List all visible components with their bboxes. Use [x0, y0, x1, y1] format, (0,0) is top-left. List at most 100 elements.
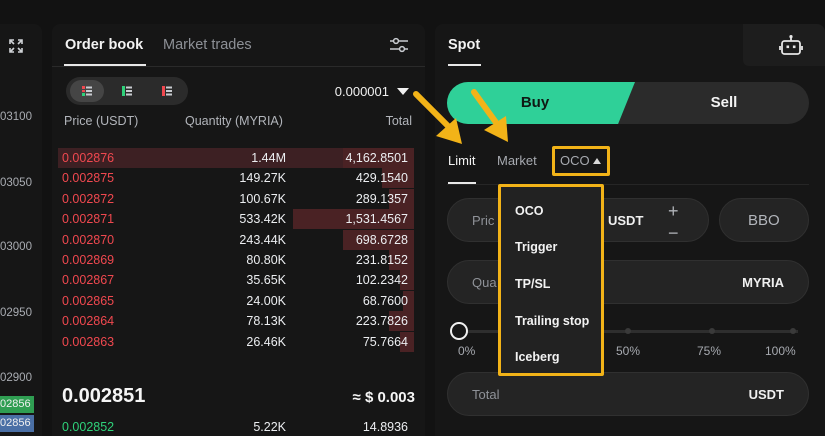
ask-price: 0.002867 [62, 273, 115, 288]
slider-label-0: 0% [458, 344, 476, 358]
both-sides-icon [82, 86, 92, 96]
bid-row[interactable]: 0.002852 5.22K 14.8936 [58, 417, 414, 436]
price-axis-tick: 03050 [0, 177, 32, 189]
ask-quantity: 100.67K [239, 191, 286, 206]
ask-quantity: 1.44M [251, 151, 286, 165]
column-header-total: Total [385, 114, 412, 128]
menu-item-iceberg[interactable]: Iceberg [515, 350, 559, 364]
bbo-label: BBO [748, 212, 780, 229]
order-type-limit[interactable]: Limit [448, 153, 475, 168]
ask-quantity: 243.44K [239, 232, 286, 247]
plus-icon[interactable]: + [668, 202, 679, 220]
ask-price: 0.002870 [62, 232, 115, 247]
view-mode-toggle [66, 77, 188, 105]
ask-total: 698.6728 [355, 232, 408, 247]
ask-total: 289.1357 [355, 191, 408, 206]
ask-row[interactable]: 0.002867 35.65K 102.2342 [58, 270, 414, 291]
price-field-label: Pric [472, 213, 495, 228]
ask-total: 4,162.8501 [345, 151, 408, 165]
price-axis-badge: 02856 [0, 415, 34, 432]
order-book-panel: Order book Market trades 0.000001 Price … [52, 24, 425, 436]
slider-label-75: 75% [697, 344, 722, 358]
ask-row[interactable]: 0.002876 1.44M 4,162.8501 [58, 148, 414, 168]
menu-item-oco[interactable]: OCO [515, 204, 543, 218]
ask-row[interactable]: 0.002871 533.42K 1,531.4567 [58, 209, 414, 230]
slider-step-50[interactable] [625, 328, 631, 334]
trading-bot-icon[interactable] [779, 34, 803, 58]
last-price: 0.002851 [62, 385, 146, 407]
ask-price: 0.002869 [62, 253, 115, 267]
bbo-button[interactable]: BBO [719, 198, 809, 242]
oco-highlight-box [552, 146, 610, 176]
menu-item-trailing-stop[interactable]: Trailing stop [515, 314, 589, 328]
ask-total: 68.7600 [362, 293, 408, 308]
tab-market-trades[interactable]: Market trades [163, 37, 252, 53]
ask-price: 0.002876 [62, 151, 115, 165]
price-axis-tick: 02950 [0, 307, 32, 319]
ask-row[interactable]: 0.002865 24.00K 68.7600 [58, 290, 414, 311]
ask-quantity: 26.46K [246, 334, 286, 349]
slider-label-50: 50% [616, 344, 641, 358]
ask-total: 75.7664 [362, 334, 408, 349]
view-asks-button[interactable] [150, 80, 184, 102]
order-type-market[interactable]: Market [497, 153, 537, 168]
ask-quantity: 78.13K [246, 314, 286, 329]
bids-only-icon [122, 86, 132, 96]
ask-price: 0.002864 [62, 314, 115, 329]
slider-label-100: 100% [765, 344, 796, 358]
expand-icon[interactable] [8, 38, 24, 54]
caret-down-icon [397, 88, 409, 95]
bot-button-area [743, 24, 825, 66]
quantity-field-unit: MYRIA [742, 275, 784, 290]
ask-quantity: 24.00K [246, 293, 286, 308]
ask-price: 0.002875 [62, 171, 115, 186]
bid-price: 0.002852 [62, 420, 115, 434]
ask-total: 429.1540 [355, 171, 408, 186]
ask-row[interactable]: 0.002863 26.46K 75.7664 [58, 331, 414, 352]
sliders-icon[interactable] [389, 36, 409, 54]
menu-item-trigger[interactable]: Trigger [515, 240, 557, 254]
ask-row[interactable]: 0.002872 100.67K 289.1357 [58, 188, 414, 209]
annotation-arrow-icon [413, 91, 462, 144]
last-price-usd: ≈ $ 0.003 [352, 389, 415, 406]
active-tab-indicator [448, 64, 481, 66]
ask-row[interactable]: 0.002870 243.44K 698.6728 [58, 229, 414, 250]
precision-value: 0.000001 [334, 84, 389, 99]
ask-row[interactable]: 0.002875 149.27K 429.1540 [58, 168, 414, 189]
precision-select[interactable]: 0.000001 [335, 84, 409, 99]
price-axis-tick: 03100 [0, 111, 32, 123]
quantity-field-label: Qua [472, 275, 497, 290]
asks-only-icon [162, 86, 172, 96]
amount-slider-handle[interactable] [450, 322, 468, 340]
price-axis-tick: 03000 [0, 241, 32, 253]
view-both-button[interactable] [70, 80, 104, 102]
ask-row[interactable]: 0.002864 78.13K 223.7826 [58, 311, 414, 332]
ask-total: 231.8152 [355, 253, 408, 267]
slider-step-75[interactable] [709, 328, 715, 334]
price-axis-badge: 02856 [0, 396, 34, 413]
ask-total: 102.2342 [355, 273, 408, 288]
sell-button[interactable]: Sell [639, 82, 809, 124]
ask-price: 0.002863 [62, 334, 115, 349]
ask-row[interactable]: 0.002869 80.80K 231.8152 [58, 250, 414, 270]
ask-price: 0.002871 [62, 212, 115, 227]
bid-quantity: 5.22K [253, 420, 286, 434]
divider [52, 66, 425, 67]
tab-order-book[interactable]: Order book [65, 37, 143, 53]
ask-price: 0.002872 [62, 191, 115, 206]
minus-icon[interactable]: − [668, 224, 679, 242]
chart-strip: 03100 03050 03000 02950 02900 02856 0285… [0, 24, 42, 436]
ask-total: 223.7826 [355, 314, 408, 329]
menu-item-tp-sl[interactable]: TP/SL [515, 277, 550, 291]
view-bids-button[interactable] [110, 80, 144, 102]
bid-total: 14.8936 [362, 420, 408, 434]
column-header-quantity: Quantity (MYRIA) [185, 114, 283, 128]
slider-step-100[interactable] [790, 328, 796, 334]
tab-spot[interactable]: Spot [448, 37, 480, 53]
total-field[interactable]: Total USDT [447, 372, 809, 416]
annotation-arrow-icon [471, 89, 508, 142]
ask-quantity: 35.65K [246, 273, 286, 288]
total-field-label: Total [472, 387, 500, 402]
total-field-unit: USDT [748, 387, 784, 402]
oco-order-type-dropdown: OCO Trigger TP/SL Trailing stop Iceberg [498, 184, 604, 376]
